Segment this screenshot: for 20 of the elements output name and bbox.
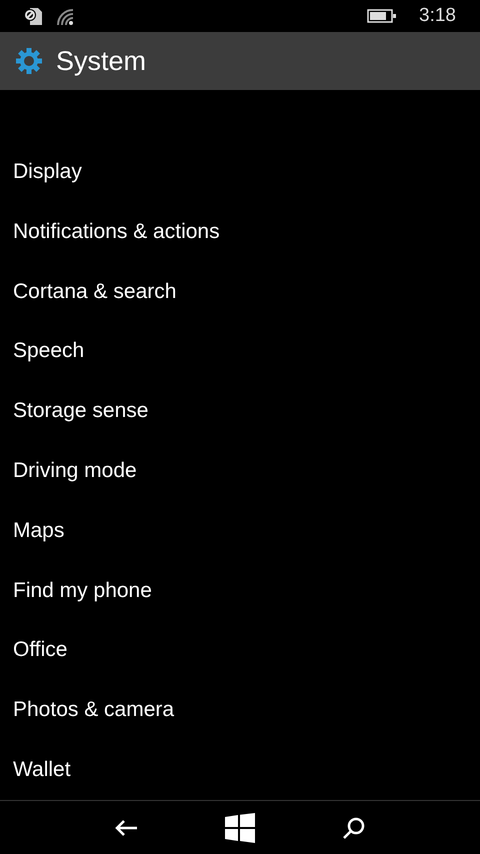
back-arrow-icon[interactable] [114, 818, 138, 836]
settings-item[interactable]: Storage sense [13, 399, 148, 424]
settings-item[interactable]: Cortana & search [13, 280, 176, 304]
settings-item[interactable]: Notifications & actions [13, 220, 220, 244]
wifi-icon [54, 6, 74, 26]
search-icon[interactable] [342, 816, 366, 840]
clock-time: 3:18 [419, 5, 456, 27]
windows-logo-icon[interactable] [224, 812, 255, 842]
gear-icon [16, 48, 42, 74]
settings-item[interactable]: Photos & camera [13, 698, 174, 722]
settings-item[interactable]: Find my phone [13, 578, 152, 603]
settings-item[interactable]: Office [13, 638, 68, 662]
page-title: System [56, 46, 146, 76]
settings-item[interactable]: Driving mode [13, 458, 137, 483]
settings-item[interactable]: Speech [13, 339, 84, 364]
settings-item[interactable]: Wallet [13, 758, 71, 782]
settings-item[interactable]: Maps [13, 518, 64, 543]
sim-icon [22, 6, 44, 26]
battery-icon [367, 9, 398, 23]
settings-item[interactable]: Display [13, 160, 82, 184]
